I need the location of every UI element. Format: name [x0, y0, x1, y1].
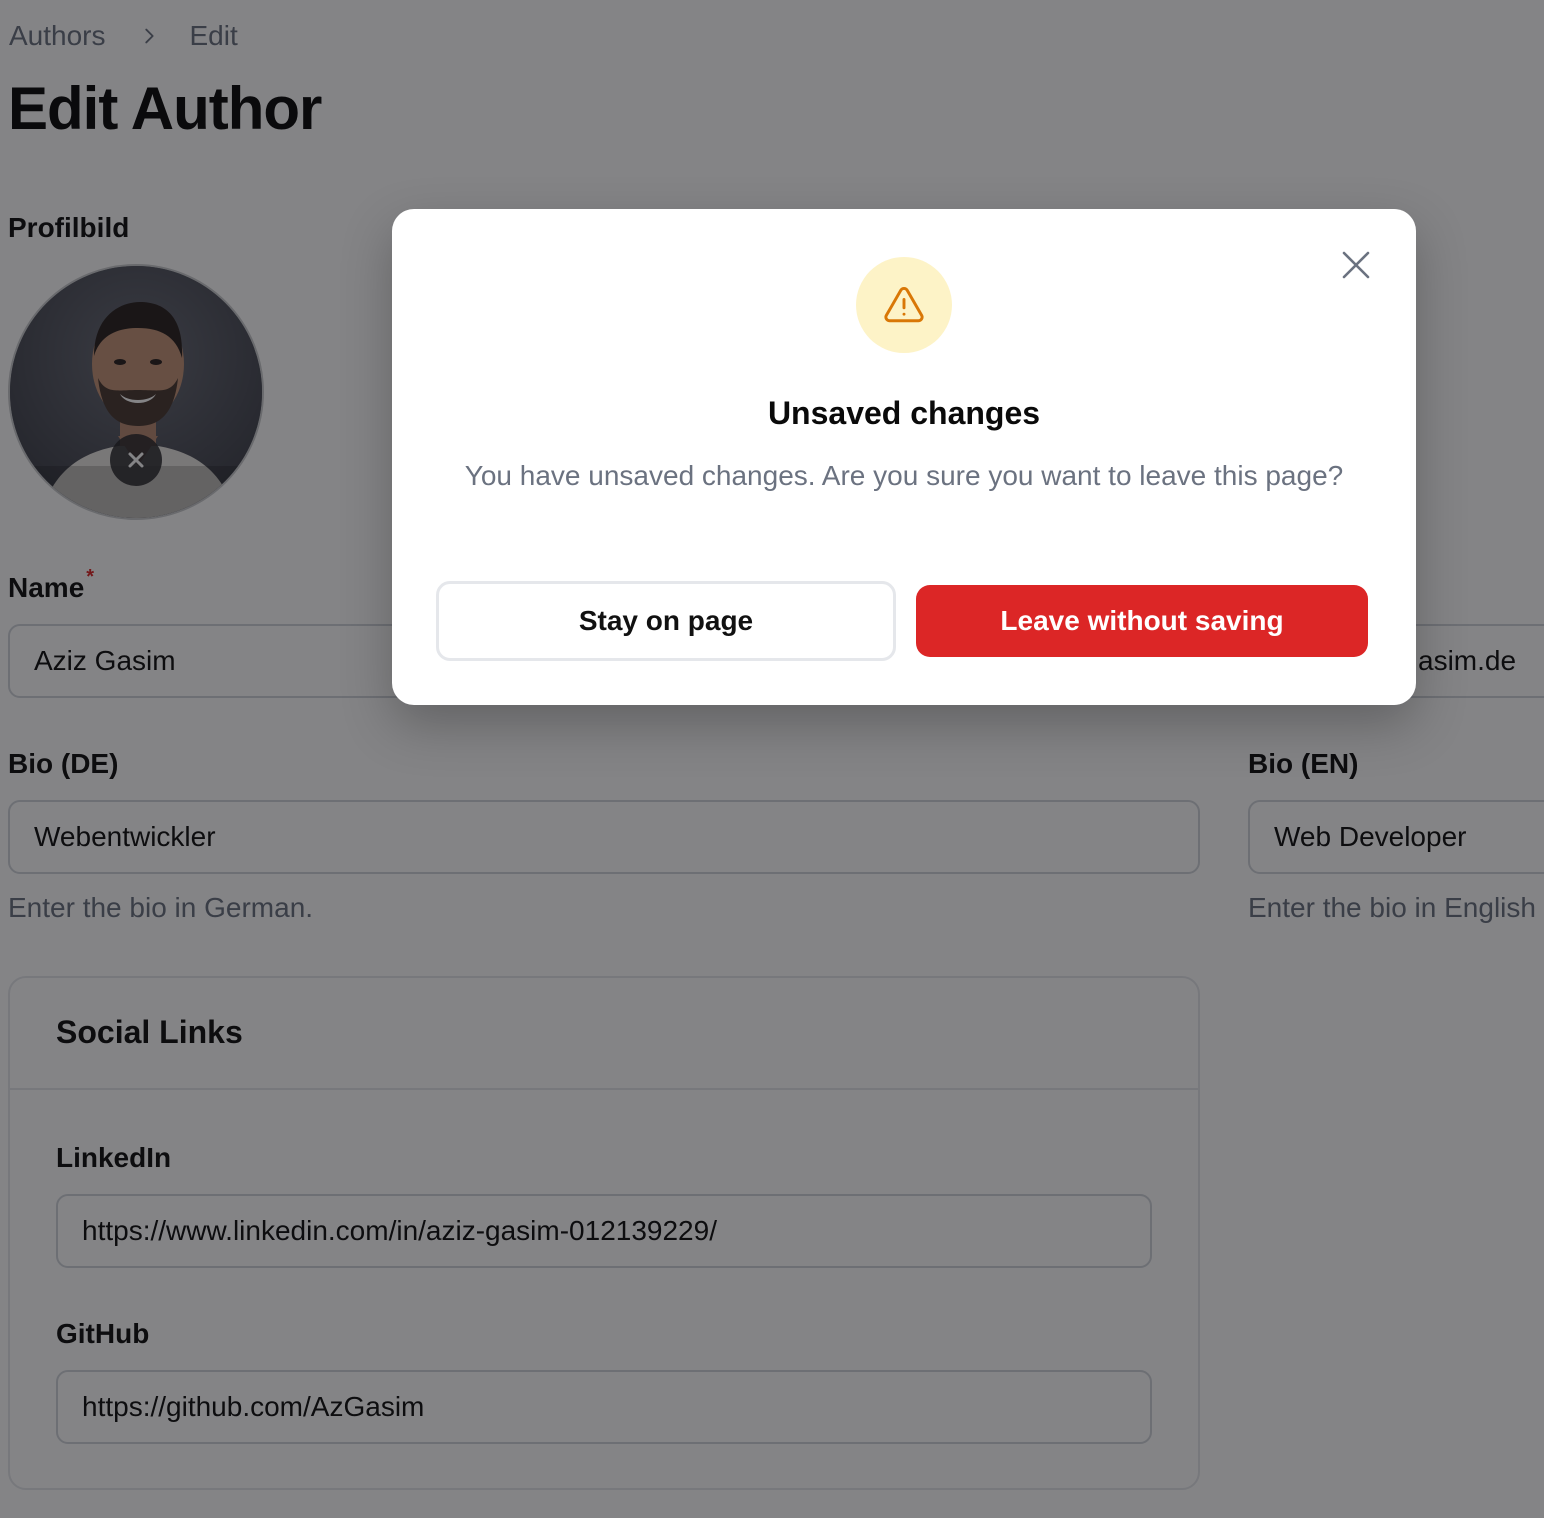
close-dialog-button[interactable] — [1336, 245, 1376, 285]
close-icon — [1342, 251, 1370, 279]
leave-without-saving-button[interactable]: Leave without saving — [916, 585, 1368, 657]
warning-badge — [856, 257, 952, 353]
dialog-title: Unsaved changes — [767, 395, 1041, 431]
stay-on-page-button[interactable]: Stay on page — [436, 581, 896, 661]
dialog-message: You have unsaved changes. Are you sure y… — [464, 460, 1344, 491]
unsaved-changes-dialog: Unsaved changes You have unsaved changes… — [392, 209, 1416, 705]
warning-triangle-icon — [884, 287, 924, 323]
